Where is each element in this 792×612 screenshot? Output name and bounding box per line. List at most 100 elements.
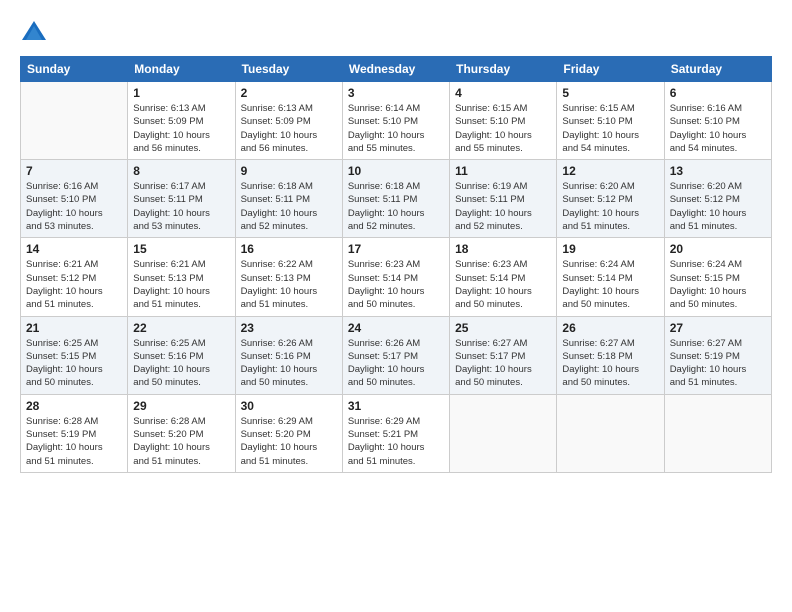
day-number: 2 [241, 86, 337, 100]
day-number: 23 [241, 321, 337, 335]
table-row [664, 394, 771, 472]
day-number: 13 [670, 164, 766, 178]
day-info: Sunrise: 6:16 AMSunset: 5:10 PMDaylight:… [26, 180, 122, 233]
day-info: Sunrise: 6:15 AMSunset: 5:10 PMDaylight:… [455, 102, 551, 155]
day-number: 17 [348, 242, 444, 256]
logo-icon [20, 18, 48, 46]
day-number: 29 [133, 399, 229, 413]
day-number: 31 [348, 399, 444, 413]
day-info: Sunrise: 6:23 AMSunset: 5:14 PMDaylight:… [455, 258, 551, 311]
table-row: 26 Sunrise: 6:27 AMSunset: 5:18 PMDayligh… [557, 316, 664, 394]
table-row [450, 394, 557, 472]
day-info: Sunrise: 6:27 AMSunset: 5:19 PMDaylight:… [670, 337, 766, 390]
day-info: Sunrise: 6:27 AMSunset: 5:18 PMDaylight:… [562, 337, 658, 390]
weekday-header-sunday: Sunday [21, 57, 128, 82]
day-info: Sunrise: 6:20 AMSunset: 5:12 PMDaylight:… [670, 180, 766, 233]
table-row: 3 Sunrise: 6:14 AMSunset: 5:10 PMDaylight… [342, 82, 449, 160]
day-number: 14 [26, 242, 122, 256]
table-row [21, 82, 128, 160]
calendar: SundayMondayTuesdayWednesdayThursdayFrid… [20, 56, 772, 473]
table-row: 6 Sunrise: 6:16 AMSunset: 5:10 PMDaylight… [664, 82, 771, 160]
table-row: 7 Sunrise: 6:16 AMSunset: 5:10 PMDaylight… [21, 160, 128, 238]
day-number: 25 [455, 321, 551, 335]
day-number: 30 [241, 399, 337, 413]
day-info: Sunrise: 6:21 AMSunset: 5:13 PMDaylight:… [133, 258, 229, 311]
day-info: Sunrise: 6:29 AMSunset: 5:20 PMDaylight:… [241, 415, 337, 468]
day-info: Sunrise: 6:24 AMSunset: 5:14 PMDaylight:… [562, 258, 658, 311]
table-row: 5Sunrise: 6:15 AMSunset: 5:10 PMDaylight… [557, 82, 664, 160]
day-info: Sunrise: 6:26 AMSunset: 5:17 PMDaylight:… [348, 337, 444, 390]
day-number: 6 [670, 86, 766, 100]
table-row: 27 Sunrise: 6:27 AMSunset: 5:19 PMDayligh… [664, 316, 771, 394]
table-row: 8Sunrise: 6:17 AMSunset: 5:11 PMDaylight… [128, 160, 235, 238]
day-number: 16 [241, 242, 337, 256]
weekday-header-saturday: Saturday [664, 57, 771, 82]
day-info: Sunrise: 6:28 AMSunset: 5:20 PMDaylight:… [133, 415, 229, 468]
day-number: 10 [348, 164, 444, 178]
day-info: Sunrise: 6:22 AMSunset: 5:13 PMDaylight:… [241, 258, 337, 311]
day-info: Sunrise: 6:29 AMSunset: 5:21 PMDaylight:… [348, 415, 444, 468]
day-info: Sunrise: 6:24 AMSunset: 5:15 PMDaylight:… [670, 258, 766, 311]
day-info: Sunrise: 6:19 AMSunset: 5:11 PMDaylight:… [455, 180, 551, 233]
table-row: 30 Sunrise: 6:29 AMSunset: 5:20 PMDayligh… [235, 394, 342, 472]
table-row: 17 Sunrise: 6:23 AMSunset: 5:14 PMDayligh… [342, 238, 449, 316]
day-number: 8 [133, 164, 229, 178]
weekday-header-thursday: Thursday [450, 57, 557, 82]
weekday-header-wednesday: Wednesday [342, 57, 449, 82]
day-info: Sunrise: 6:13 AMSunset: 5:09 PMDaylight:… [133, 102, 229, 155]
table-row: 22Sunrise: 6:25 AMSunset: 5:16 PMDayligh… [128, 316, 235, 394]
day-info: Sunrise: 6:25 AMSunset: 5:16 PMDaylight:… [133, 337, 229, 390]
day-number: 7 [26, 164, 122, 178]
page: SundayMondayTuesdayWednesdayThursdayFrid… [0, 0, 792, 612]
weekday-header-tuesday: Tuesday [235, 57, 342, 82]
day-number: 20 [670, 242, 766, 256]
day-info: Sunrise: 6:14 AMSunset: 5:10 PMDaylight:… [348, 102, 444, 155]
day-info: Sunrise: 6:16 AMSunset: 5:10 PMDaylight:… [670, 102, 766, 155]
table-row: 29 Sunrise: 6:28 AMSunset: 5:20 PMDayligh… [128, 394, 235, 472]
day-number: 28 [26, 399, 122, 413]
day-number: 12 [562, 164, 658, 178]
day-number: 27 [670, 321, 766, 335]
day-info: Sunrise: 6:25 AMSunset: 5:15 PMDaylight:… [26, 337, 122, 390]
table-row: 9 Sunrise: 6:18 AMSunset: 5:11 PMDaylight… [235, 160, 342, 238]
day-number: 21 [26, 321, 122, 335]
table-row: 28 Sunrise: 6:28 AMSunset: 5:19 PMDayligh… [21, 394, 128, 472]
table-row: 1Sunrise: 6:13 AMSunset: 5:09 PMDaylight… [128, 82, 235, 160]
day-info: Sunrise: 6:21 AMSunset: 5:12 PMDaylight:… [26, 258, 122, 311]
day-number: 9 [241, 164, 337, 178]
table-row: 10 Sunrise: 6:18 AMSunset: 5:11 PMDayligh… [342, 160, 449, 238]
day-info: Sunrise: 6:27 AMSunset: 5:17 PMDaylight:… [455, 337, 551, 390]
day-info: Sunrise: 6:20 AMSunset: 5:12 PMDaylight:… [562, 180, 658, 233]
header [20, 18, 772, 46]
table-row: 21 Sunrise: 6:25 AMSunset: 5:15 PMDayligh… [21, 316, 128, 394]
day-number: 18 [455, 242, 551, 256]
weekday-header-monday: Monday [128, 57, 235, 82]
table-row: 4Sunrise: 6:15 AMSunset: 5:10 PMDaylight… [450, 82, 557, 160]
day-info: Sunrise: 6:15 AMSunset: 5:10 PMDaylight:… [562, 102, 658, 155]
table-row: 11 Sunrise: 6:19 AMSunset: 5:11 PMDayligh… [450, 160, 557, 238]
day-info: Sunrise: 6:26 AMSunset: 5:16 PMDaylight:… [241, 337, 337, 390]
table-row: 20 Sunrise: 6:24 AMSunset: 5:15 PMDayligh… [664, 238, 771, 316]
table-row: 18 Sunrise: 6:23 AMSunset: 5:14 PMDayligh… [450, 238, 557, 316]
table-row: 31 Sunrise: 6:29 AMSunset: 5:21 PMDayligh… [342, 394, 449, 472]
day-number: 26 [562, 321, 658, 335]
day-number: 3 [348, 86, 444, 100]
table-row: 24 Sunrise: 6:26 AMSunset: 5:17 PMDayligh… [342, 316, 449, 394]
table-row: 14 Sunrise: 6:21 AMSunset: 5:12 PMDayligh… [21, 238, 128, 316]
day-number: 24 [348, 321, 444, 335]
day-info: Sunrise: 6:28 AMSunset: 5:19 PMDaylight:… [26, 415, 122, 468]
table-row [557, 394, 664, 472]
day-info: Sunrise: 6:13 AMSunset: 5:09 PMDaylight:… [241, 102, 337, 155]
day-info: Sunrise: 6:18 AMSunset: 5:11 PMDaylight:… [241, 180, 337, 233]
day-info: Sunrise: 6:18 AMSunset: 5:11 PMDaylight:… [348, 180, 444, 233]
day-number: 11 [455, 164, 551, 178]
day-number: 19 [562, 242, 658, 256]
day-number: 15 [133, 242, 229, 256]
table-row: 25 Sunrise: 6:27 AMSunset: 5:17 PMDayligh… [450, 316, 557, 394]
logo [20, 18, 52, 46]
table-row: 13 Sunrise: 6:20 AMSunset: 5:12 PMDayligh… [664, 160, 771, 238]
table-row: 16 Sunrise: 6:22 AMSunset: 5:13 PMDayligh… [235, 238, 342, 316]
table-row: 15 Sunrise: 6:21 AMSunset: 5:13 PMDayligh… [128, 238, 235, 316]
table-row: 12 Sunrise: 6:20 AMSunset: 5:12 PMDayligh… [557, 160, 664, 238]
day-info: Sunrise: 6:23 AMSunset: 5:14 PMDaylight:… [348, 258, 444, 311]
